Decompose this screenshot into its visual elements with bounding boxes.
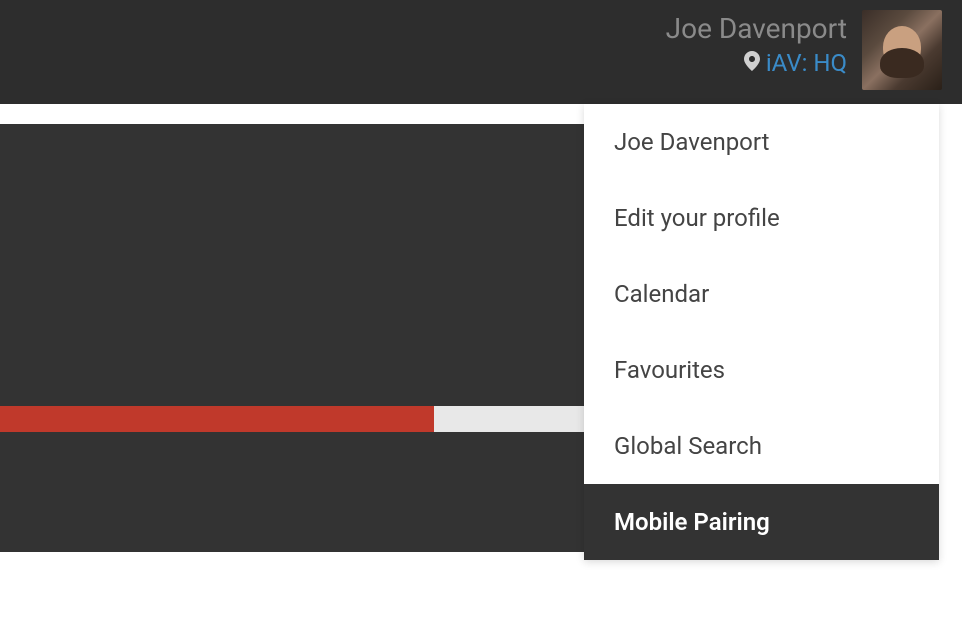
username-label: Joe Davenport: [666, 12, 847, 45]
user-info-stack: Joe Davenport iAV: HQ: [666, 10, 847, 77]
dropdown-item-mobile-pairing[interactable]: Mobile Pairing: [584, 484, 939, 560]
user-block: Joe Davenport iAV: HQ: [666, 10, 942, 90]
location-row[interactable]: iAV: HQ: [744, 49, 847, 77]
app-header: Joe Davenport iAV: HQ: [0, 0, 962, 104]
dropdown-item-profile-name[interactable]: Joe Davenport: [584, 104, 939, 180]
dropdown-item-edit-profile[interactable]: Edit your profile: [584, 180, 939, 256]
dropdown-item-calendar[interactable]: Calendar: [584, 256, 939, 332]
dropdown-item-global-search[interactable]: Global Search: [584, 408, 939, 484]
avatar[interactable]: [862, 10, 942, 90]
location-link[interactable]: iAV: HQ: [766, 49, 847, 77]
dropdown-item-favourites[interactable]: Favourites: [584, 332, 939, 408]
user-dropdown-menu: Joe Davenport Edit your profile Calendar…: [584, 104, 939, 560]
map-pin-icon: [744, 51, 760, 76]
progress-fill: [0, 406, 434, 432]
